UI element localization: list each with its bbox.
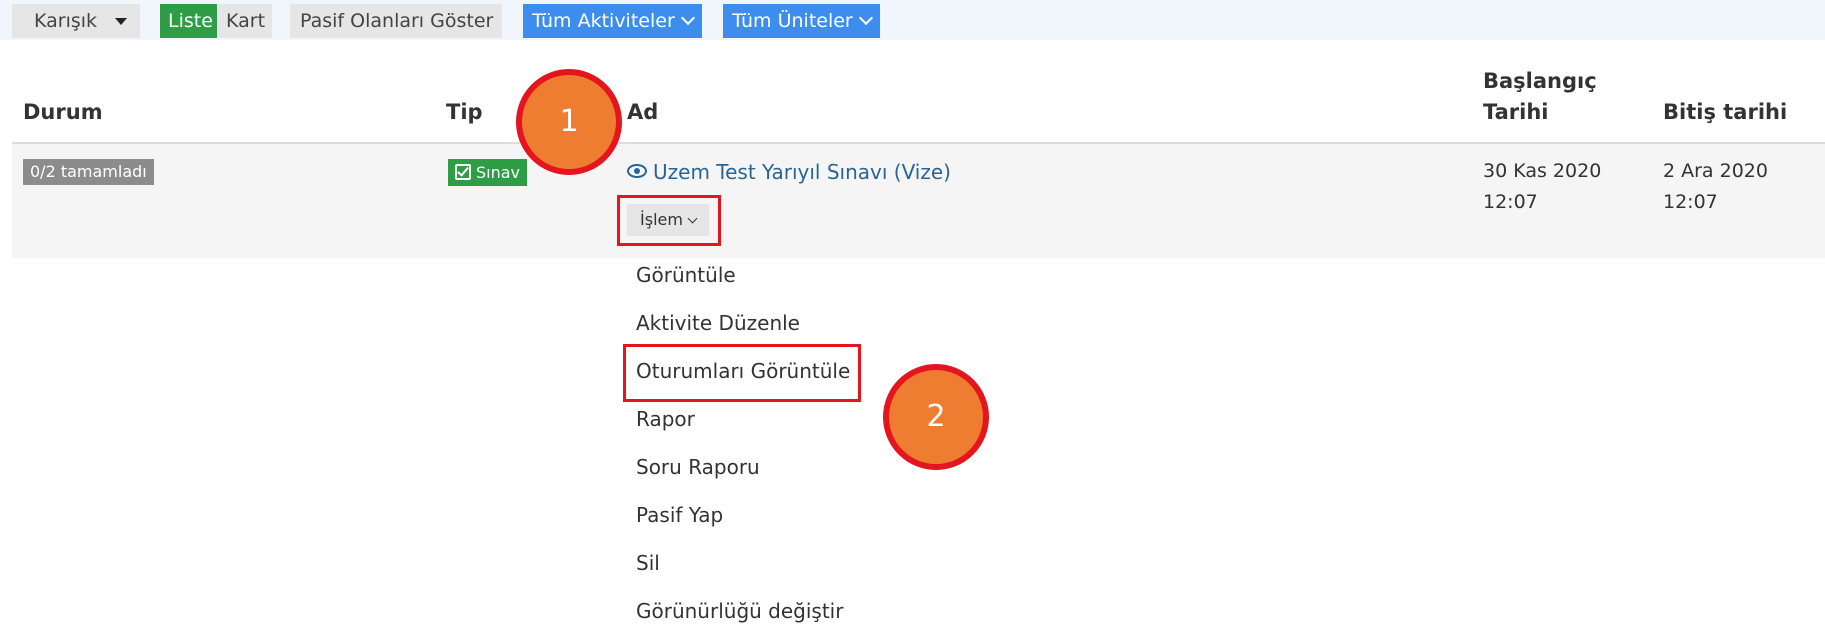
- end-time: 12:07: [1663, 191, 1718, 213]
- toolbar: Karışık Liste Kart Pasif Olanları Göster…: [0, 0, 1825, 40]
- eye-icon: [627, 164, 647, 178]
- menu-item-toggle-visibility[interactable]: Görünürlüğü değiştir: [636, 599, 843, 623]
- menu-item-view[interactable]: Görüntüle: [636, 263, 736, 287]
- menu-item-question-report[interactable]: Soru Raporu: [636, 455, 760, 479]
- menu-item-report[interactable]: Rapor: [636, 407, 695, 431]
- all-activities-dropdown[interactable]: Tüm Aktiviteler: [523, 4, 702, 38]
- status-badge: 0/2 tamamladı: [23, 159, 154, 185]
- view-list-button[interactable]: Liste: [160, 4, 221, 38]
- menu-item-edit-activity[interactable]: Aktivite Düzenle: [636, 311, 800, 335]
- header-start-date-line2: Tarihi: [1483, 100, 1549, 124]
- header-start-date-line1: Başlangıç: [1483, 69, 1597, 93]
- all-units-dropdown[interactable]: Tüm Üniteler: [723, 4, 880, 38]
- caret-down-icon: [115, 18, 128, 25]
- menu-item-make-passive[interactable]: Pasif Yap: [636, 503, 723, 527]
- all-activities-label: Tüm Aktiviteler: [532, 10, 675, 32]
- view-card-button[interactable]: Kart: [217, 4, 272, 38]
- mode-select[interactable]: Karışık: [12, 4, 140, 38]
- all-units-label: Tüm Üniteler: [732, 10, 853, 32]
- mode-select-label: Karışık: [34, 10, 98, 32]
- end-date: 2 Ara 2020: [1663, 160, 1768, 182]
- header-type: Tip: [446, 100, 483, 124]
- type-badge-label: Sınav: [476, 163, 521, 182]
- checkbox-icon: [455, 164, 471, 180]
- header-name: Ad: [627, 100, 659, 124]
- chevron-down-icon: [680, 10, 695, 26]
- start-time: 12:07: [1483, 191, 1538, 213]
- menu-item-delete[interactable]: Sil: [636, 551, 660, 575]
- activity-link[interactable]: Uzem Test Yarıyıl Sınavı (Vize): [627, 160, 951, 184]
- chevron-down-icon: [858, 10, 873, 26]
- highlight-box-action: [617, 195, 721, 246]
- show-passive-button[interactable]: Pasif Olanları Göster: [290, 4, 502, 38]
- header-end-date: Bitiş tarihi: [1663, 100, 1788, 124]
- type-badge: Sınav: [448, 159, 528, 186]
- header-status: Durum: [23, 100, 103, 124]
- highlight-box-view-sessions: [623, 344, 861, 402]
- start-date: 30 Kas 2020: [1483, 160, 1602, 182]
- step-marker-1: 1: [516, 69, 622, 175]
- step-marker-2: 2: [883, 364, 989, 470]
- activity-link-label: Uzem Test Yarıyıl Sınavı (Vize): [653, 160, 951, 184]
